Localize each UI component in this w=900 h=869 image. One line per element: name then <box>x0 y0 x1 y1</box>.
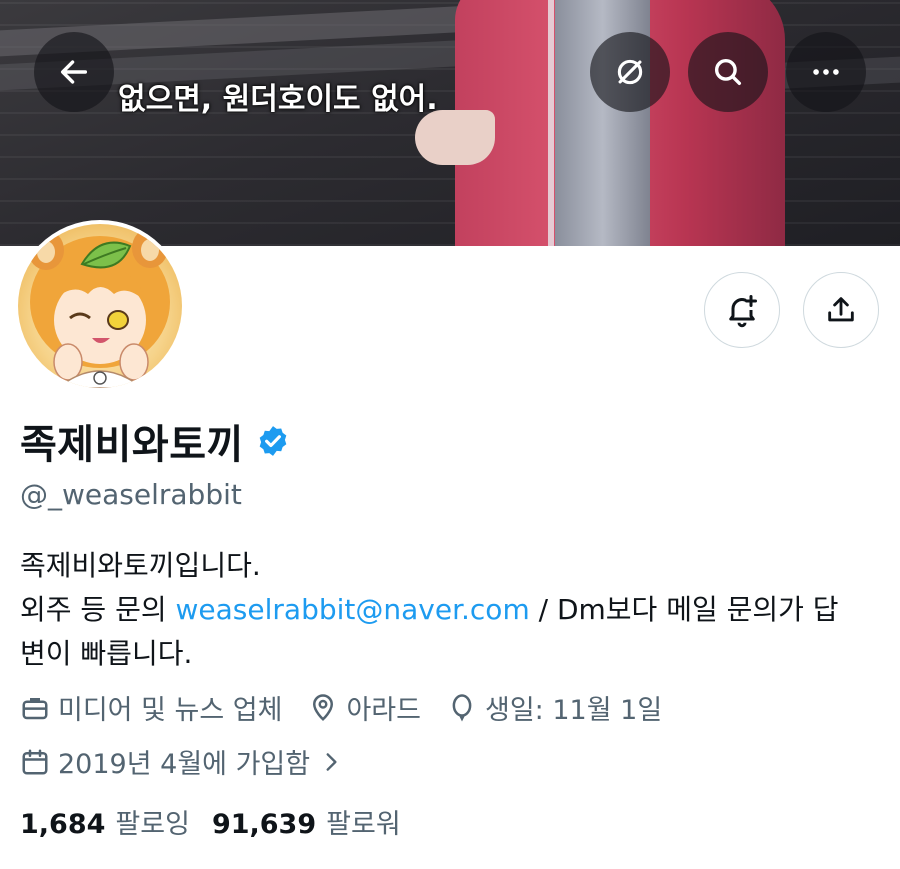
back-button[interactable] <box>34 32 114 112</box>
join-date-row[interactable]: 2019년 4월에 가입함 <box>20 742 378 781</box>
follow-counts: 1,684 팔로잉 91,639 팔로워 <box>20 802 423 841</box>
location-text: 아라드 <box>346 695 421 726</box>
profile-bio: 족제비와토끼입니다. 외주 등 문의 weaselrabbit@naver.co… <box>20 544 890 676</box>
search-icon <box>714 58 742 86</box>
chevron-right-icon <box>326 752 337 771</box>
bio-text: / Dm보다 메일 문의가 답 <box>529 593 839 626</box>
notify-button[interactable] <box>704 272 780 348</box>
bell-plus-icon <box>729 295 757 328</box>
search-button[interactable] <box>688 32 768 112</box>
display-name: 족제비와토끼 <box>20 422 244 468</box>
profile-meta-row: 미디어 및 뉴스 업체 아라드 생일: 11월 1일 <box>20 688 688 727</box>
banner-character-zipper <box>548 0 554 246</box>
following-link[interactable]: 1,684 팔로잉 <box>20 802 212 841</box>
banner-caption: 없으면, 원더호이도 없어. <box>118 82 438 117</box>
balloon-icon <box>452 693 472 721</box>
more-horizontal-icon <box>813 69 839 75</box>
share-button[interactable] <box>803 272 879 348</box>
bio-line: 외주 등 문의 weaselrabbit@naver.com / Dm보다 메일… <box>20 588 890 632</box>
followers-link[interactable]: 91,639 팔로워 <box>212 802 423 841</box>
verified-badge-icon[interactable] <box>256 424 290 458</box>
bio-email-link[interactable]: weaselrabbit@naver.com <box>176 593 530 626</box>
bio-line: 족제비와토끼입니다. <box>20 549 261 582</box>
more-button[interactable] <box>786 32 866 112</box>
avatar[interactable] <box>14 220 186 392</box>
display-name-row: 족제비와토끼 <box>20 412 290 470</box>
mute-button[interactable] <box>590 32 670 112</box>
location-item: 아라드 <box>308 688 421 727</box>
arrow-left-icon <box>60 60 88 84</box>
calendar-icon <box>22 749 48 774</box>
join-date-item[interactable]: 2019년 4월에 가입함 <box>20 742 352 781</box>
user-handle: @_weaselrabbit <box>20 478 242 511</box>
category-text: 미디어 및 뉴스 업체 <box>58 695 283 726</box>
location-pin-icon <box>313 693 334 721</box>
share-upload-icon <box>828 297 854 322</box>
banner-character-hand <box>415 110 495 165</box>
following-count: 1,684 <box>20 809 106 840</box>
profile-banner[interactable]: 없으면, 원더호이도 없어. <box>0 0 900 246</box>
category-item: 미디어 및 뉴스 업체 <box>20 688 282 727</box>
briefcase-icon <box>22 697 48 719</box>
birthday-item: 생일: 11월 1일 <box>447 688 662 727</box>
avatar-illustration <box>28 228 170 388</box>
join-date-text: 2019년 4월에 가입함 <box>58 749 311 780</box>
following-label: 팔로잉 <box>115 809 190 840</box>
circle-slash-icon <box>617 59 643 85</box>
avatar-image <box>18 224 182 388</box>
bio-text: 외주 등 문의 <box>20 593 176 626</box>
bio-line: 변이 빠릅니다. <box>20 637 193 670</box>
birthday-text: 생일: 11월 1일 <box>485 695 663 726</box>
followers-label: 팔로워 <box>326 809 401 840</box>
followers-count: 91,639 <box>211 809 317 840</box>
